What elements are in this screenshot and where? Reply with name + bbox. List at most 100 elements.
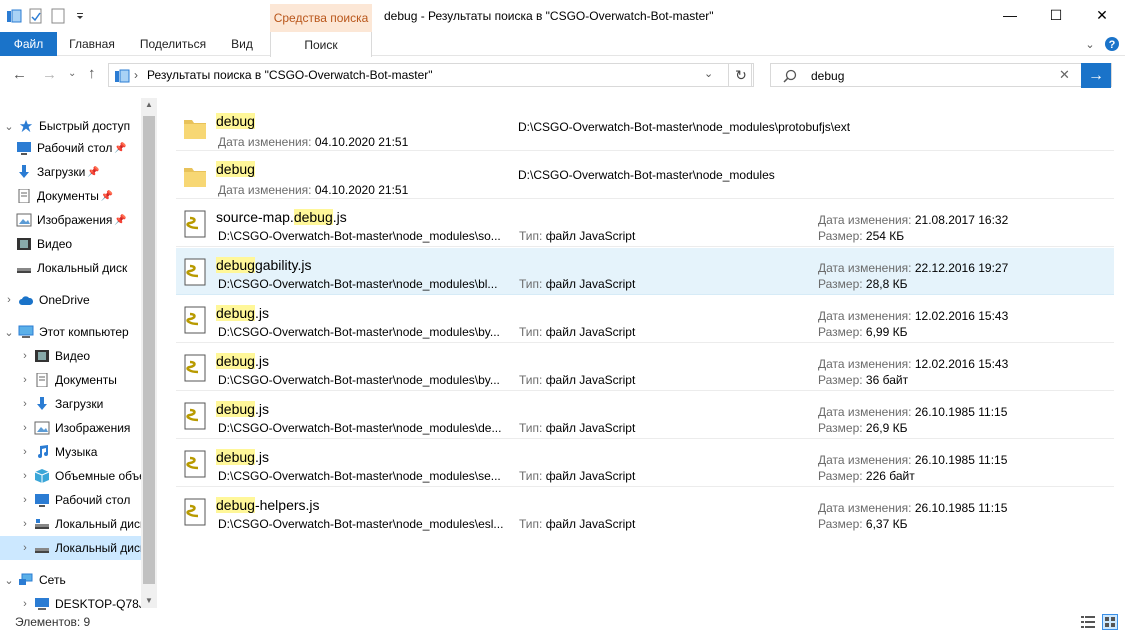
collapsed-chevron-icon[interactable]: › <box>16 542 34 554</box>
list-item[interactable]: debug.js D:\CSGO-Overwatch-Bot-master\no… <box>176 296 1114 343</box>
sidebar-item-3d-objects[interactable]: ›Объемные объекты <box>16 464 141 488</box>
refresh-icon[interactable]: ↻ <box>728 63 754 87</box>
new-folder-icon[interactable] <box>50 8 66 24</box>
sidebar-item-pc-videos[interactable]: › Видео <box>16 344 141 368</box>
sidebar-item-pc-documents[interactable]: › Документы <box>16 368 141 392</box>
search-go-button[interactable]: → <box>1081 63 1111 88</box>
file-name[interactable]: debug <box>216 161 255 177</box>
video-icon <box>35 350 49 362</box>
close-button[interactable]: ✕ <box>1079 0 1125 30</box>
tab-search[interactable]: Поиск <box>270 32 372 57</box>
forward-button[interactable]: → <box>42 66 57 83</box>
sidebar-item-network[interactable]: ⌄ Сеть <box>0 568 141 592</box>
list-item-selected[interactable]: debuggability.js D:\CSGO-Overwatch-Bot-m… <box>176 248 1114 295</box>
file-path: D:\CSGO-Overwatch-Bot-master\node_module… <box>218 469 501 483</box>
list-item[interactable]: debug Дата изменения: 04.10.2020 21:51 D… <box>176 152 1114 199</box>
address-path[interactable]: Результаты поиска в "CSGO-Overwatch-Bot-… <box>147 68 433 82</box>
expanded-chevron-icon[interactable]: ⌄ <box>0 120 18 133</box>
sidebar-item-quick-access[interactable]: ⌄ Быстрый доступ <box>0 114 141 138</box>
address-bar[interactable]: › Результаты поиска в "CSGO-Overwatch-Bo… <box>108 63 752 87</box>
large-icons-view-icon[interactable] <box>1102 614 1118 630</box>
sidebar-item-local-disk-d[interactable]: › Локальный диск <box>0 536 141 560</box>
collapsed-chevron-icon[interactable]: › <box>16 446 34 458</box>
collapsed-chevron-icon[interactable]: › <box>16 350 34 362</box>
maximize-button[interactable]: ☐ <box>1033 0 1079 30</box>
file-size: Размер: 36 байт <box>818 373 909 387</box>
list-item[interactable]: debug Дата изменения: 04.10.2020 21:51 D… <box>176 104 1114 151</box>
sidebar-item-documents[interactable]: Документы 📌 <box>16 184 141 208</box>
file-name[interactable]: debug <box>216 113 255 129</box>
tab-view[interactable]: Вид <box>224 32 260 56</box>
list-item[interactable]: debug.js D:\CSGO-Overwatch-Bot-master\no… <box>176 344 1114 391</box>
title-bar: Средства поиска debug - Результаты поиск… <box>0 0 1125 32</box>
modified-date: Дата изменения: 21.08.2017 16:32 <box>818 213 1009 227</box>
recent-locations-chevron-icon[interactable]: ⌄ <box>68 68 76 79</box>
search-input[interactable]: debug <box>811 69 844 83</box>
file-type: Тип: файл JavaScript <box>519 229 636 243</box>
collapsed-chevron-icon[interactable]: › <box>16 598 34 610</box>
breadcrumb-chevron-icon[interactable]: › <box>134 68 138 82</box>
collapsed-chevron-icon[interactable]: › <box>16 470 34 482</box>
collapsed-chevron-icon[interactable]: › <box>16 518 34 530</box>
list-item[interactable]: debug-helpers.js D:\CSGO-Overwatch-Bot-m… <box>176 488 1114 535</box>
scrollbar-thumb[interactable] <box>143 116 155 584</box>
up-button[interactable]: ↑ <box>88 65 96 82</box>
file-size: Размер: 6,37 КБ <box>818 517 908 531</box>
collapsed-chevron-icon[interactable]: › <box>0 294 18 306</box>
file-name[interactable]: debuggability.js <box>216 257 311 273</box>
collapsed-chevron-icon[interactable]: › <box>16 398 34 410</box>
list-item[interactable]: debug.js D:\CSGO-Overwatch-Bot-master\no… <box>176 440 1114 487</box>
file-name[interactable]: source-map.debug.js <box>216 209 347 225</box>
help-icon[interactable]: ? <box>1102 32 1122 56</box>
expanded-chevron-icon[interactable]: ⌄ <box>0 574 18 587</box>
modified-date: Дата изменения: 04.10.2020 21:51 <box>218 183 409 197</box>
file-name[interactable]: debug.js <box>216 353 269 369</box>
file-name[interactable]: debug.js <box>216 305 269 321</box>
modified-date: Дата изменения: 12.02.2016 15:43 <box>818 357 1009 371</box>
sidebar-item-pc-desktop[interactable]: › Рабочий стол <box>16 488 141 512</box>
file-name[interactable]: debug.js <box>216 449 269 465</box>
sidebar-item-desktop[interactable]: Рабочий стол 📌 <box>16 136 141 160</box>
collapsed-chevron-icon[interactable]: › <box>16 374 34 386</box>
sidebar-item-music[interactable]: › Музыка <box>16 440 141 464</box>
sidebar-item-pictures[interactable]: Изображения 📌 <box>16 208 141 232</box>
clear-search-icon[interactable]: ✕ <box>1059 67 1070 83</box>
details-view-icon[interactable] <box>1080 615 1096 629</box>
scroll-up-icon[interactable]: ▲ <box>145 100 153 109</box>
folder-path: D:\CSGO-Overwatch-Bot-master\node_module… <box>518 120 851 134</box>
javascript-file-icon <box>184 402 206 430</box>
sidebar-item-videos[interactable]: Видео <box>16 232 141 256</box>
tab-home[interactable]: Главная <box>61 32 123 56</box>
tab-share[interactable]: Поделиться <box>134 32 212 56</box>
tab-file[interactable]: Файл <box>0 32 57 56</box>
back-button[interactable]: ← <box>12 66 27 83</box>
collapsed-chevron-icon[interactable]: › <box>16 422 34 434</box>
list-item[interactable]: debug.js D:\CSGO-Overwatch-Bot-master\no… <box>176 392 1114 439</box>
minimize-button[interactable]: — <box>987 0 1033 30</box>
sidebar-item-downloads[interactable]: Загрузки 📌 <box>16 160 141 184</box>
sidebar-item-local-disk[interactable]: Локальный диск <box>16 256 141 280</box>
modified-date: Дата изменения: 22.12.2016 19:27 <box>818 261 1009 275</box>
sidebar-item-onedrive[interactable]: › OneDrive <box>0 288 141 312</box>
file-path: D:\CSGO-Overwatch-Bot-master\node_module… <box>218 517 504 531</box>
sidebar-item-pc-pictures[interactable]: › Изображения <box>16 416 141 440</box>
window-title: debug - Результаты поиска в "CSGO-Overwa… <box>384 9 714 23</box>
explorer-app-icon <box>7 9 22 23</box>
customize-qat-icon[interactable] <box>72 8 88 24</box>
file-name[interactable]: debug.js <box>216 401 269 417</box>
status-bar: Элементов: 9 <box>0 610 1125 634</box>
list-item[interactable]: source-map.debug.js D:\CSGO-Overwatch-Bo… <box>176 200 1114 247</box>
address-dropdown-icon[interactable]: ⌄ <box>704 67 713 80</box>
search-box[interactable]: debug ✕ <box>770 63 1112 87</box>
sidebar-item-this-pc[interactable]: ⌄ Этот компьютер <box>0 320 141 344</box>
collapsed-chevron-icon[interactable]: › <box>16 494 34 506</box>
sidebar-item-pc-downloads[interactable]: › Загрузки <box>16 392 141 416</box>
collapse-ribbon-icon[interactable]: ⌄ <box>1080 32 1100 56</box>
file-type: Тип: файл JavaScript <box>519 421 636 435</box>
sidebar-item-local-disk-c[interactable]: › Локальный диск <box>16 512 141 536</box>
scroll-down-icon[interactable]: ▼ <box>145 596 153 605</box>
properties-icon[interactable] <box>28 8 44 24</box>
file-name[interactable]: debug-helpers.js <box>216 497 320 513</box>
pc-icon <box>35 598 49 610</box>
expanded-chevron-icon[interactable]: ⌄ <box>0 326 18 339</box>
